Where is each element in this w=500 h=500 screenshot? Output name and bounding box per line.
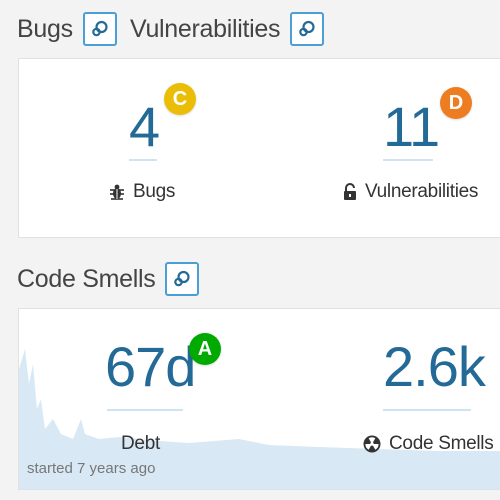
- vulnerabilities-section-title: Vulnerabilities: [130, 14, 281, 43]
- debt-value[interactable]: 67d: [105, 339, 196, 395]
- maintainability-card: 67d A Debt 2.6k Code Smells started 7 ye…: [18, 308, 500, 490]
- vulnerabilities-label-text: Vulnerabilities: [365, 181, 479, 202]
- debt-label[interactable]: Debt: [121, 433, 160, 455]
- link-icon: [299, 20, 315, 37]
- history-start-note: started 7 years ago: [27, 460, 156, 477]
- code-smells-value[interactable]: 2.6k: [383, 339, 486, 395]
- bug-icon: [110, 184, 124, 200]
- code-smells-link-button[interactable]: [165, 262, 200, 296]
- vulnerabilities-rating-badge[interactable]: D: [440, 87, 472, 119]
- vulnerabilities-value[interactable]: 11: [383, 99, 440, 155]
- code-smells-section-header: Code Smells: [17, 262, 200, 296]
- code-smells-label-text: Code Smells: [389, 433, 494, 454]
- bugs-value[interactable]: 4: [129, 99, 160, 155]
- radiation-icon: [363, 435, 381, 453]
- bugs-underline: [129, 159, 157, 161]
- code-smells-underline: [383, 409, 471, 411]
- lock-icon: [344, 183, 356, 200]
- code-smells-section-title: Code Smells: [17, 264, 156, 293]
- bugs-link-button[interactable]: [82, 12, 117, 46]
- code-smells-label[interactable]: Code Smells: [363, 433, 494, 455]
- link-icon: [174, 270, 191, 287]
- vulnerabilities-underline: [383, 159, 433, 161]
- reliability-security-card: 4 C Bugs 11 D Vulnerabilities: [18, 58, 500, 238]
- bugs-label[interactable]: Bugs: [109, 181, 175, 203]
- bugs-label-text: Bugs: [133, 181, 176, 202]
- vulnerabilities-label[interactable]: Vulnerabilities: [343, 181, 478, 203]
- bugs-section-title: Bugs: [17, 14, 73, 43]
- debt-underline: [107, 409, 183, 411]
- vulnerabilities-section-header: Vulnerabilities: [130, 12, 325, 46]
- vulnerabilities-link-button[interactable]: [290, 12, 325, 46]
- debt-rating-badge[interactable]: A: [189, 333, 221, 365]
- bugs-rating-badge[interactable]: C: [164, 83, 196, 115]
- link-icon: [91, 20, 108, 37]
- bugs-section-header: Bugs: [17, 12, 117, 46]
